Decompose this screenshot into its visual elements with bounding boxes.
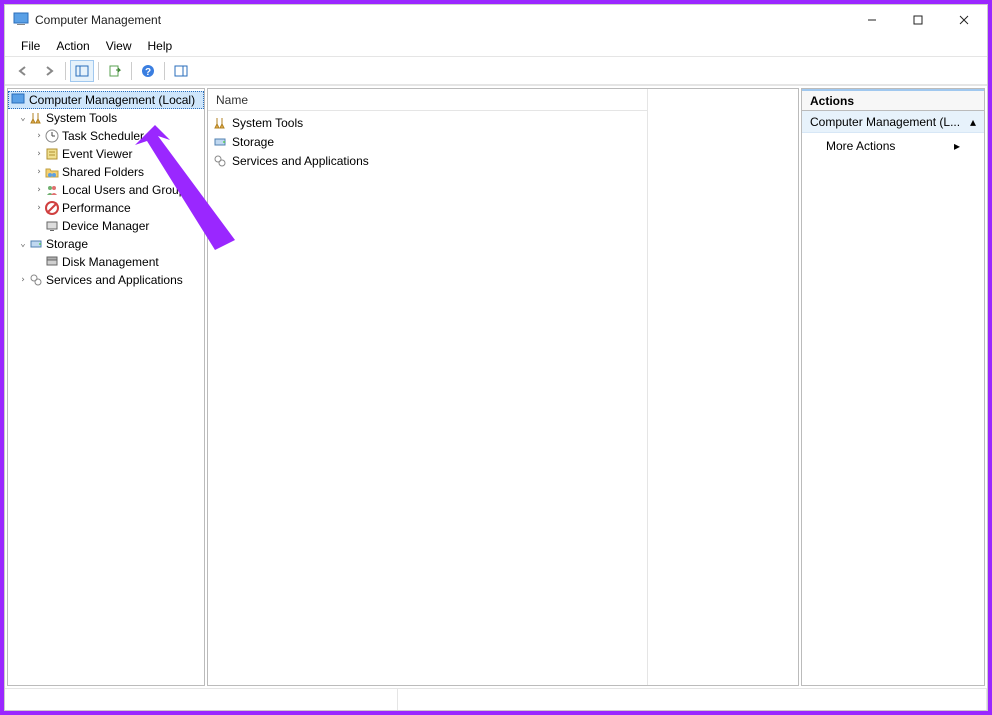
tree-shared-folders[interactable]: › Shared Folders xyxy=(8,163,204,181)
separator xyxy=(98,62,99,80)
close-button[interactable] xyxy=(941,5,987,35)
tree-event-viewer[interactable]: › Event Viewer xyxy=(8,145,204,163)
tree-item-label: Event Viewer xyxy=(62,145,132,163)
tree-root[interactable]: Computer Management (Local) xyxy=(8,91,204,109)
event-log-icon xyxy=(44,146,60,162)
actions-more[interactable]: More Actions ▸ xyxy=(802,133,984,159)
list-empty-area xyxy=(648,89,798,685)
users-icon xyxy=(44,182,60,198)
forward-button[interactable] xyxy=(37,60,61,82)
list-item-services-apps[interactable]: Services and Applications xyxy=(212,151,643,170)
tree-item-label: Storage xyxy=(46,235,88,253)
list-item-storage[interactable]: Storage xyxy=(212,132,643,151)
collapse-icon[interactable]: ⌄ xyxy=(18,109,28,127)
tools-icon xyxy=(28,110,44,126)
tree-item-label: Services and Applications xyxy=(46,271,183,289)
list-panel: Name System Tools Storage Services and A… xyxy=(207,88,799,686)
tools-icon xyxy=(212,115,228,131)
disk-icon xyxy=(44,254,60,270)
actions-more-label: More Actions xyxy=(826,139,895,153)
separator xyxy=(131,62,132,80)
performance-icon xyxy=(44,200,60,216)
help-button[interactable]: ? xyxy=(136,60,160,82)
list-item-system-tools[interactable]: System Tools xyxy=(212,113,643,132)
menu-help[interactable]: Help xyxy=(140,37,181,55)
services-icon xyxy=(28,272,44,288)
menu-file[interactable]: File xyxy=(13,37,48,55)
show-hide-action-pane-button[interactable] xyxy=(169,60,193,82)
storage-icon xyxy=(212,134,228,150)
shared-folder-icon xyxy=(44,164,60,180)
expand-icon[interactable]: › xyxy=(18,271,28,289)
toolbar: ? xyxy=(5,57,987,85)
list-item-label: System Tools xyxy=(232,116,303,130)
column-header-name[interactable]: Name xyxy=(208,89,647,111)
tree-system-tools[interactable]: ⌄ System Tools xyxy=(8,109,204,127)
tree-root-label: Computer Management (Local) xyxy=(29,91,195,109)
tree-disk-management[interactable]: Disk Management xyxy=(8,253,204,271)
tree-item-label: Disk Management xyxy=(62,253,159,271)
tree-services-apps[interactable]: › Services and Applications xyxy=(8,271,204,289)
tree-local-users[interactable]: › Local Users and Groups xyxy=(8,181,204,199)
menu-view[interactable]: View xyxy=(98,37,140,55)
storage-icon xyxy=(28,236,44,252)
separator xyxy=(164,62,165,80)
tree-item-label: Local Users and Groups xyxy=(62,181,191,199)
tree-item-label: Performance xyxy=(62,199,131,217)
statusbar xyxy=(5,688,987,710)
tree-item-label: Device Manager xyxy=(62,217,149,235)
maximize-button[interactable] xyxy=(895,5,941,35)
main-area: Computer Management (Local) ⌄ System Too… xyxy=(5,85,987,688)
expand-icon[interactable]: › xyxy=(34,199,44,217)
menubar: File Action View Help xyxy=(5,35,987,57)
list-item-label: Storage xyxy=(232,135,274,149)
export-button[interactable] xyxy=(103,60,127,82)
tree-panel: Computer Management (Local) ⌄ System Too… xyxy=(7,88,205,686)
services-icon xyxy=(212,153,228,169)
device-icon xyxy=(44,218,60,234)
tree-task-scheduler[interactable]: › Task Scheduler xyxy=(8,127,204,145)
svg-text:?: ? xyxy=(145,67,151,78)
actions-panel: Actions Computer Management (L... ▴ More… xyxy=(801,88,985,686)
minimize-button[interactable] xyxy=(849,5,895,35)
clock-icon xyxy=(44,128,60,144)
expand-icon[interactable]: › xyxy=(34,163,44,181)
tree-device-manager[interactable]: Device Manager xyxy=(8,217,204,235)
expand-icon[interactable]: › xyxy=(34,181,44,199)
window-title: Computer Management xyxy=(35,13,161,27)
tree-item-label: Shared Folders xyxy=(62,163,144,181)
collapse-icon[interactable]: ⌄ xyxy=(18,235,28,253)
app-icon xyxy=(13,11,29,30)
actions-context[interactable]: Computer Management (L... ▴ xyxy=(802,111,984,133)
back-button[interactable] xyxy=(11,60,35,82)
expand-icon[interactable]: › xyxy=(34,145,44,163)
list-column: Name System Tools Storage Services and A… xyxy=(208,89,648,685)
menu-action[interactable]: Action xyxy=(48,37,97,55)
show-hide-tree-button[interactable] xyxy=(70,60,94,82)
tree-item-label: System Tools xyxy=(46,109,117,127)
tree-item-label: Task Scheduler xyxy=(62,127,144,145)
submenu-icon: ▸ xyxy=(954,139,960,153)
expand-icon[interactable]: › xyxy=(34,127,44,145)
computer-icon xyxy=(11,92,27,108)
separator xyxy=(65,62,66,80)
tree-performance[interactable]: › Performance xyxy=(8,199,204,217)
tree-storage[interactable]: ⌄ Storage xyxy=(8,235,204,253)
collapse-icon[interactable]: ▴ xyxy=(970,115,976,129)
actions-title: Actions xyxy=(802,89,984,111)
list-item-label: Services and Applications xyxy=(232,154,369,168)
titlebar: Computer Management xyxy=(5,5,987,35)
computer-management-window: Computer Management File Action View Hel… xyxy=(4,4,988,711)
actions-context-label: Computer Management (L... xyxy=(810,115,960,129)
